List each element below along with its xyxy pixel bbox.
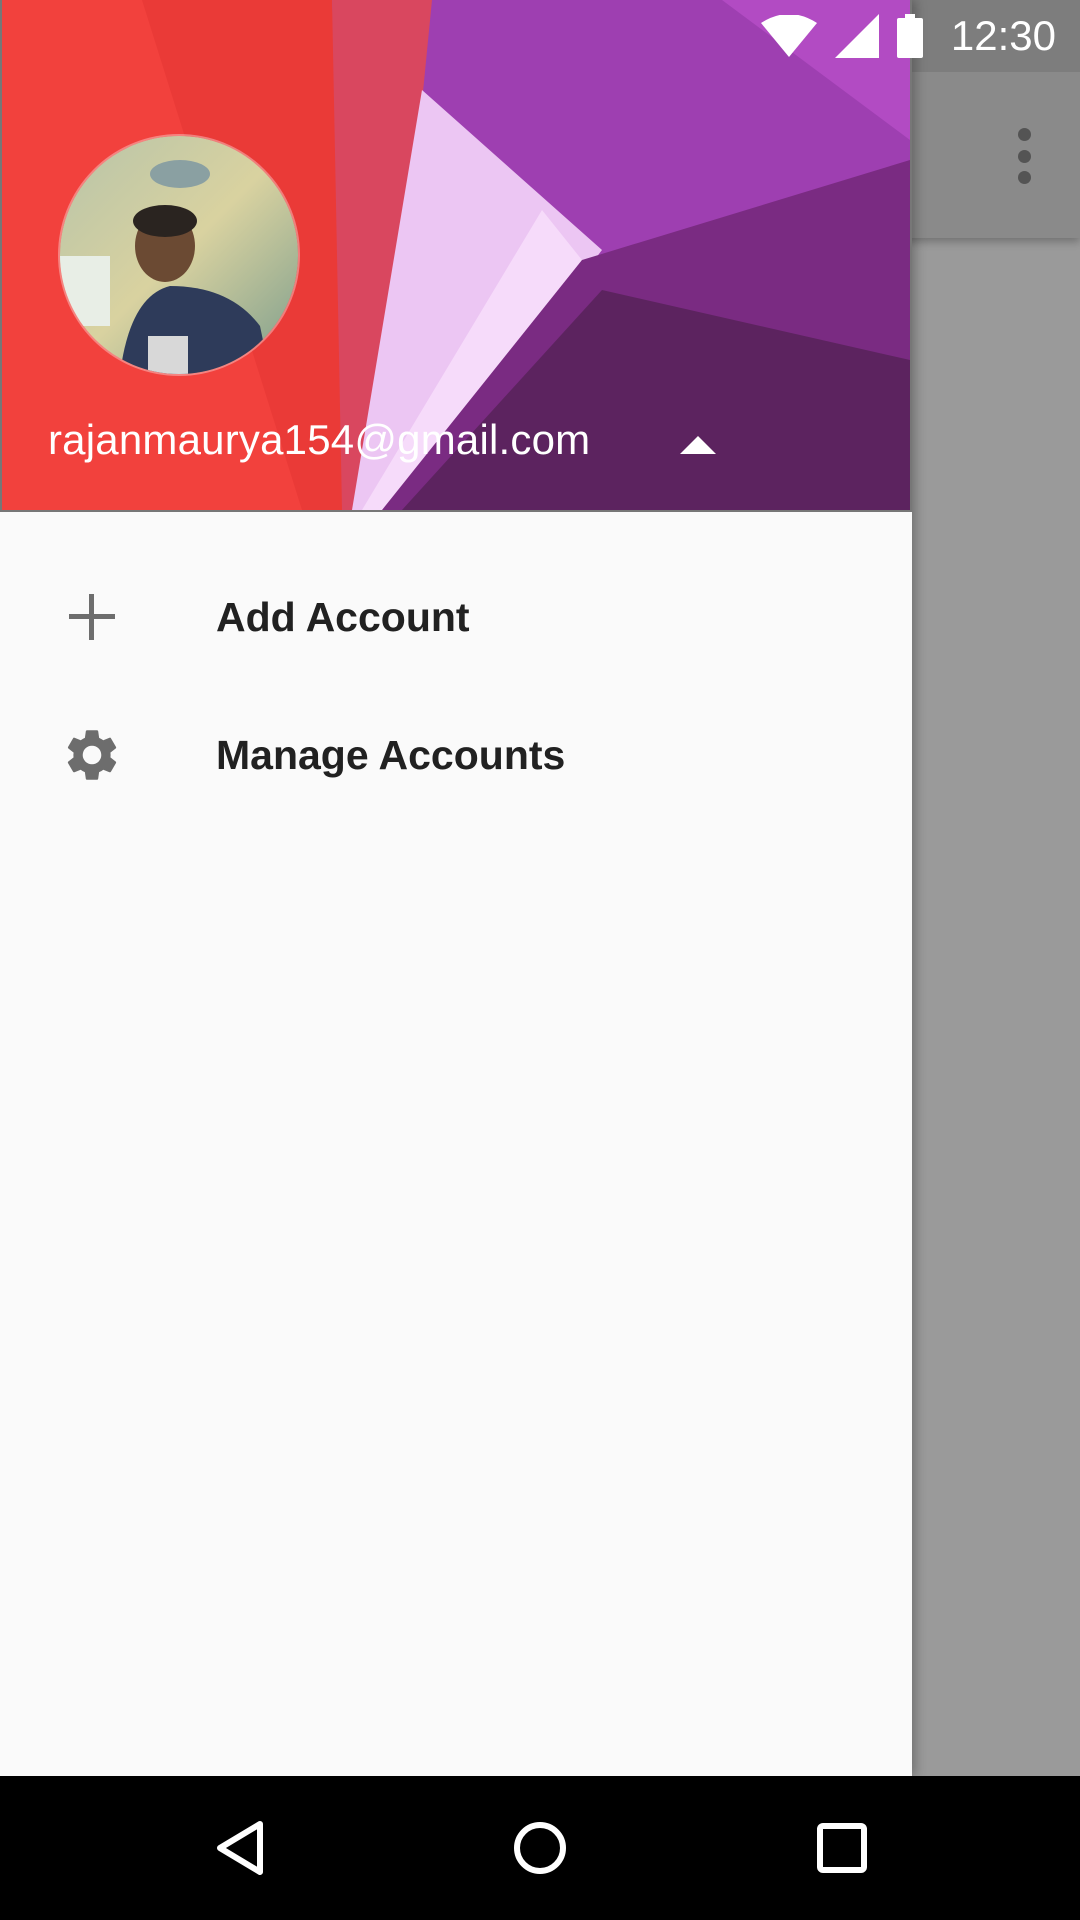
cellular-signal-icon <box>834 14 879 58</box>
add-icon <box>56 581 128 653</box>
more-vert-icon[interactable] <box>1016 128 1032 184</box>
drawer-header[interactable]: rajanmaurya154@gmail.com <box>0 0 912 512</box>
arrow-drop-up-icon[interactable] <box>680 432 716 454</box>
add-account-label: Add Account <box>216 593 470 640</box>
status-icons: 12:30 <box>760 0 1056 72</box>
wifi-icon <box>760 15 817 57</box>
add-account-item[interactable]: Add Account <box>0 548 912 686</box>
profile-avatar[interactable] <box>58 134 300 376</box>
home-icon[interactable] <box>470 1776 610 1920</box>
system-nav-bar <box>0 1776 1080 1920</box>
status-time: 12:30 <box>950 12 1056 59</box>
manage-accounts-label: Manage Accounts <box>216 731 566 778</box>
navigation-drawer: rajanmaurya154@gmail.com Add Account Man… <box>0 0 912 1776</box>
drawer-menu: Add Account Manage Accounts <box>0 548 912 824</box>
battery-icon <box>896 14 923 58</box>
manage-accounts-item[interactable]: Manage Accounts <box>0 686 912 824</box>
account-email: rajanmaurya154@gmail.com <box>48 416 591 463</box>
settings-gear-icon <box>56 719 128 791</box>
recents-icon[interactable] <box>772 1776 912 1920</box>
screen: 12:30 rajanmaurya154@gmail.com Add Accou… <box>0 0 1080 1920</box>
avatar-image <box>60 136 298 374</box>
back-icon[interactable] <box>170 1776 310 1920</box>
